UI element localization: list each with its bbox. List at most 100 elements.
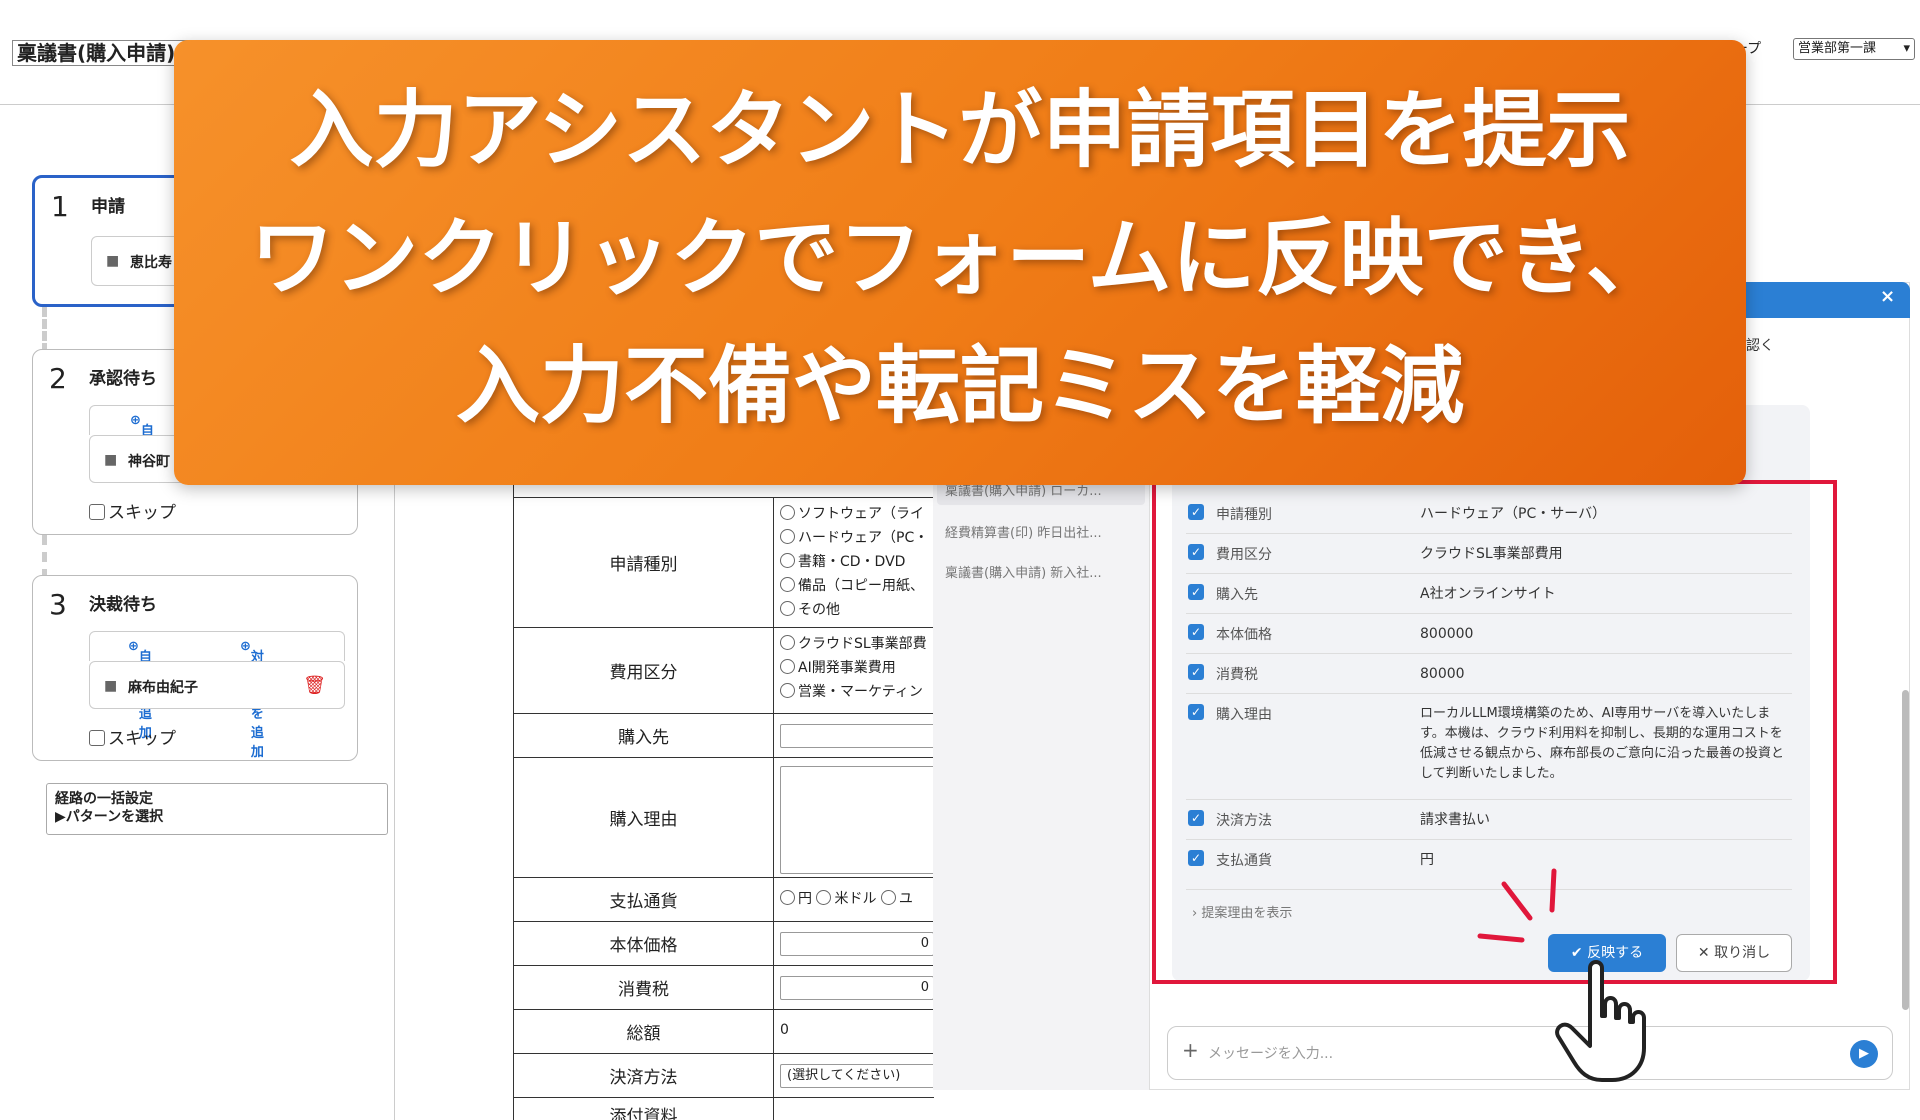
trash-icon[interactable]: 🗑 — [303, 675, 326, 696]
banner-line: ワンクリックでフォームに反映でき、 — [250, 209, 1670, 307]
form-label: 消費税 — [514, 966, 774, 1009]
radio[interactable] — [816, 890, 832, 905]
form-row-tax: 消費税 0 — [514, 965, 934, 1009]
person-icon: ■ — [104, 678, 118, 694]
reason-cell — [774, 758, 934, 877]
radio[interactable] — [780, 683, 795, 698]
vendor-input[interactable] — [780, 724, 934, 748]
skip-checkbox[interactable]: スキップ — [89, 724, 176, 749]
option-label: ユ — [898, 891, 913, 907]
option-label: 備品（コピー用紙、 — [798, 578, 924, 594]
step-number: 2 — [49, 362, 67, 395]
scrollbar[interactable] — [1902, 690, 1909, 1010]
form-row-currency: 支払通貨 円 米ドル ユ — [514, 877, 934, 921]
step-number: 3 — [49, 588, 67, 621]
form-row-price: 本体価格 0 — [514, 921, 934, 965]
radio-option[interactable]: 備品（コピー用紙、 — [780, 574, 928, 598]
payment-select[interactable]: (選択してください) — [780, 1064, 934, 1088]
vendor-cell — [774, 714, 934, 757]
form-label: 総額 — [514, 1010, 774, 1053]
route-connector — [42, 307, 47, 353]
group-select-value: 営業部第一課 — [1798, 41, 1877, 56]
checkbox[interactable] — [89, 730, 105, 746]
radio[interactable] — [780, 505, 795, 520]
option-label: その他 — [798, 602, 840, 618]
step-number: 1 — [51, 190, 69, 223]
person-row: ■ 麻布由紀子 🗑 — [89, 661, 345, 709]
price-input[interactable]: 0 — [780, 932, 934, 956]
close-icon[interactable]: × — [1880, 286, 1895, 307]
route-step-decide: 3 決裁待ち ⊕ 自分を追加 ⊕ 対象者を追加 ■ 麻布由紀子 🗑 スキップ — [32, 575, 358, 761]
payment-cell: (選択してください) — [774, 1054, 934, 1097]
radio[interactable] — [880, 890, 896, 905]
radio[interactable] — [780, 553, 795, 568]
skip-label: スキップ — [108, 503, 176, 523]
promo-banner: 入力アシスタントが申請項目を提示 ワンクリックでフォームに反映でき、 入力不備や… — [174, 40, 1746, 485]
radio-option[interactable]: AI開発事業費用 — [780, 656, 928, 680]
form-label: 添付資料 — [514, 1098, 774, 1120]
add-links: ⊕ 自分を追加 ⊕ 対象者を追加 — [89, 631, 345, 760]
radio[interactable] — [780, 601, 795, 616]
add-self-link[interactable]: ⊕ 自分を — [130, 413, 154, 477]
add-target-link[interactable]: ⊕ 対象者を追加 — [240, 639, 264, 760]
form-label: 本体価格 — [514, 922, 774, 965]
radio-option[interactable]: ハードウェア（PC・ — [780, 526, 928, 550]
route-pattern-select[interactable]: ▶パターンを選択 — [55, 808, 379, 826]
reason-textarea[interactable] — [780, 766, 934, 874]
checkbox[interactable] — [89, 504, 105, 520]
form-row-vendor: 購入先 — [514, 713, 934, 757]
radio-option[interactable]: その他 — [780, 598, 928, 622]
option-label: ハードウェア（PC・ — [798, 530, 929, 546]
sparkle-lines — [1477, 868, 1557, 943]
radio-option[interactable]: 営業・マーケティン — [780, 680, 928, 704]
add-self-link[interactable]: ⊕ 自分を追加 — [128, 639, 152, 741]
application-form: 申請種別 ソフトウェア（ライ ハードウェア（PC・ 書籍・CD・DVD 備品（コ… — [513, 480, 934, 1120]
tax-input[interactable]: 0 — [780, 976, 934, 1000]
person-name: 神谷町 — [128, 454, 170, 470]
price-cell: 0 — [774, 922, 934, 965]
radio-option[interactable]: ユ — [880, 890, 913, 907]
type-options: ソフトウェア（ライ ハードウェア（PC・ 書籍・CD・DVD 備品（コピー用紙、… — [774, 498, 934, 627]
form-label: 購入先 — [514, 714, 774, 757]
option-label: 米ドル — [834, 891, 877, 907]
option-label: 円 — [798, 891, 812, 907]
cost-options: クラウドSL事業部費 AI開発事業費用 営業・マーケティン — [774, 628, 934, 713]
chat-hint-text: 認く — [1746, 338, 1774, 354]
form-label: 決済方法 — [514, 1054, 774, 1097]
option-label: ソフトウェア（ライ — [798, 506, 924, 522]
history-item[interactable]: 経費精算書(印) 昨日出社... — [945, 522, 1102, 541]
total-value: 0 — [780, 1022, 789, 1038]
radio-option[interactable]: クラウドSL事業部費 — [780, 632, 928, 656]
radio-option[interactable]: 米ドル — [816, 890, 877, 907]
chat-history-pane: 稟議書(購入申請) ローカ... 経費精算書(印) 昨日出社... 稟議書(購入… — [933, 470, 1149, 1090]
radio[interactable] — [780, 529, 795, 544]
option-label: AI開発事業費用 — [798, 660, 896, 676]
radio[interactable] — [780, 890, 795, 905]
radio[interactable] — [780, 659, 795, 674]
form-label: 申請種別 — [514, 498, 774, 627]
form-label: 支払通貨 — [514, 878, 774, 921]
radio-option[interactable]: ソフトウェア（ライ — [780, 502, 928, 526]
radio-option[interactable]: 書籍・CD・DVD — [780, 550, 928, 574]
radio[interactable] — [780, 577, 795, 592]
history-item[interactable]: 稟議書(購入申請) 新入社... — [945, 562, 1102, 581]
form-row-reason: 購入理由 — [514, 757, 934, 877]
send-icon[interactable]: ▶ — [1850, 1040, 1878, 1068]
form-row-cost: 費用区分 クラウドSL事業部費 AI開発事業費用 営業・マーケティン — [514, 627, 934, 713]
step-title: 決裁待ち — [89, 595, 157, 615]
step-title: 承認待ち — [89, 369, 157, 389]
skip-checkbox[interactable]: スキップ — [89, 498, 176, 523]
radio[interactable] — [780, 635, 795, 650]
radio-option[interactable]: 円 — [780, 890, 812, 907]
group-select[interactable]: 営業部第一課 — [1793, 38, 1915, 60]
form-label: 費用区分 — [514, 628, 774, 713]
person-name: 恵比寿 — [130, 255, 172, 271]
currency-options: 円 米ドル ユ — [774, 878, 934, 921]
route-bulk-settings[interactable]: 経路の一括設定 ▶パターンを選択 — [46, 783, 388, 835]
tax-cell: 0 — [774, 966, 934, 1009]
person-name: 麻布由紀子 — [128, 680, 198, 696]
form-row-attach: 添付資料 — [514, 1097, 934, 1120]
plus-icon[interactable]: + — [1182, 1038, 1199, 1062]
message-input[interactable]: メッセージを入力... — [1167, 1026, 1893, 1080]
banner-line: 入力不備や転記ミスを軽減 — [455, 337, 1464, 435]
